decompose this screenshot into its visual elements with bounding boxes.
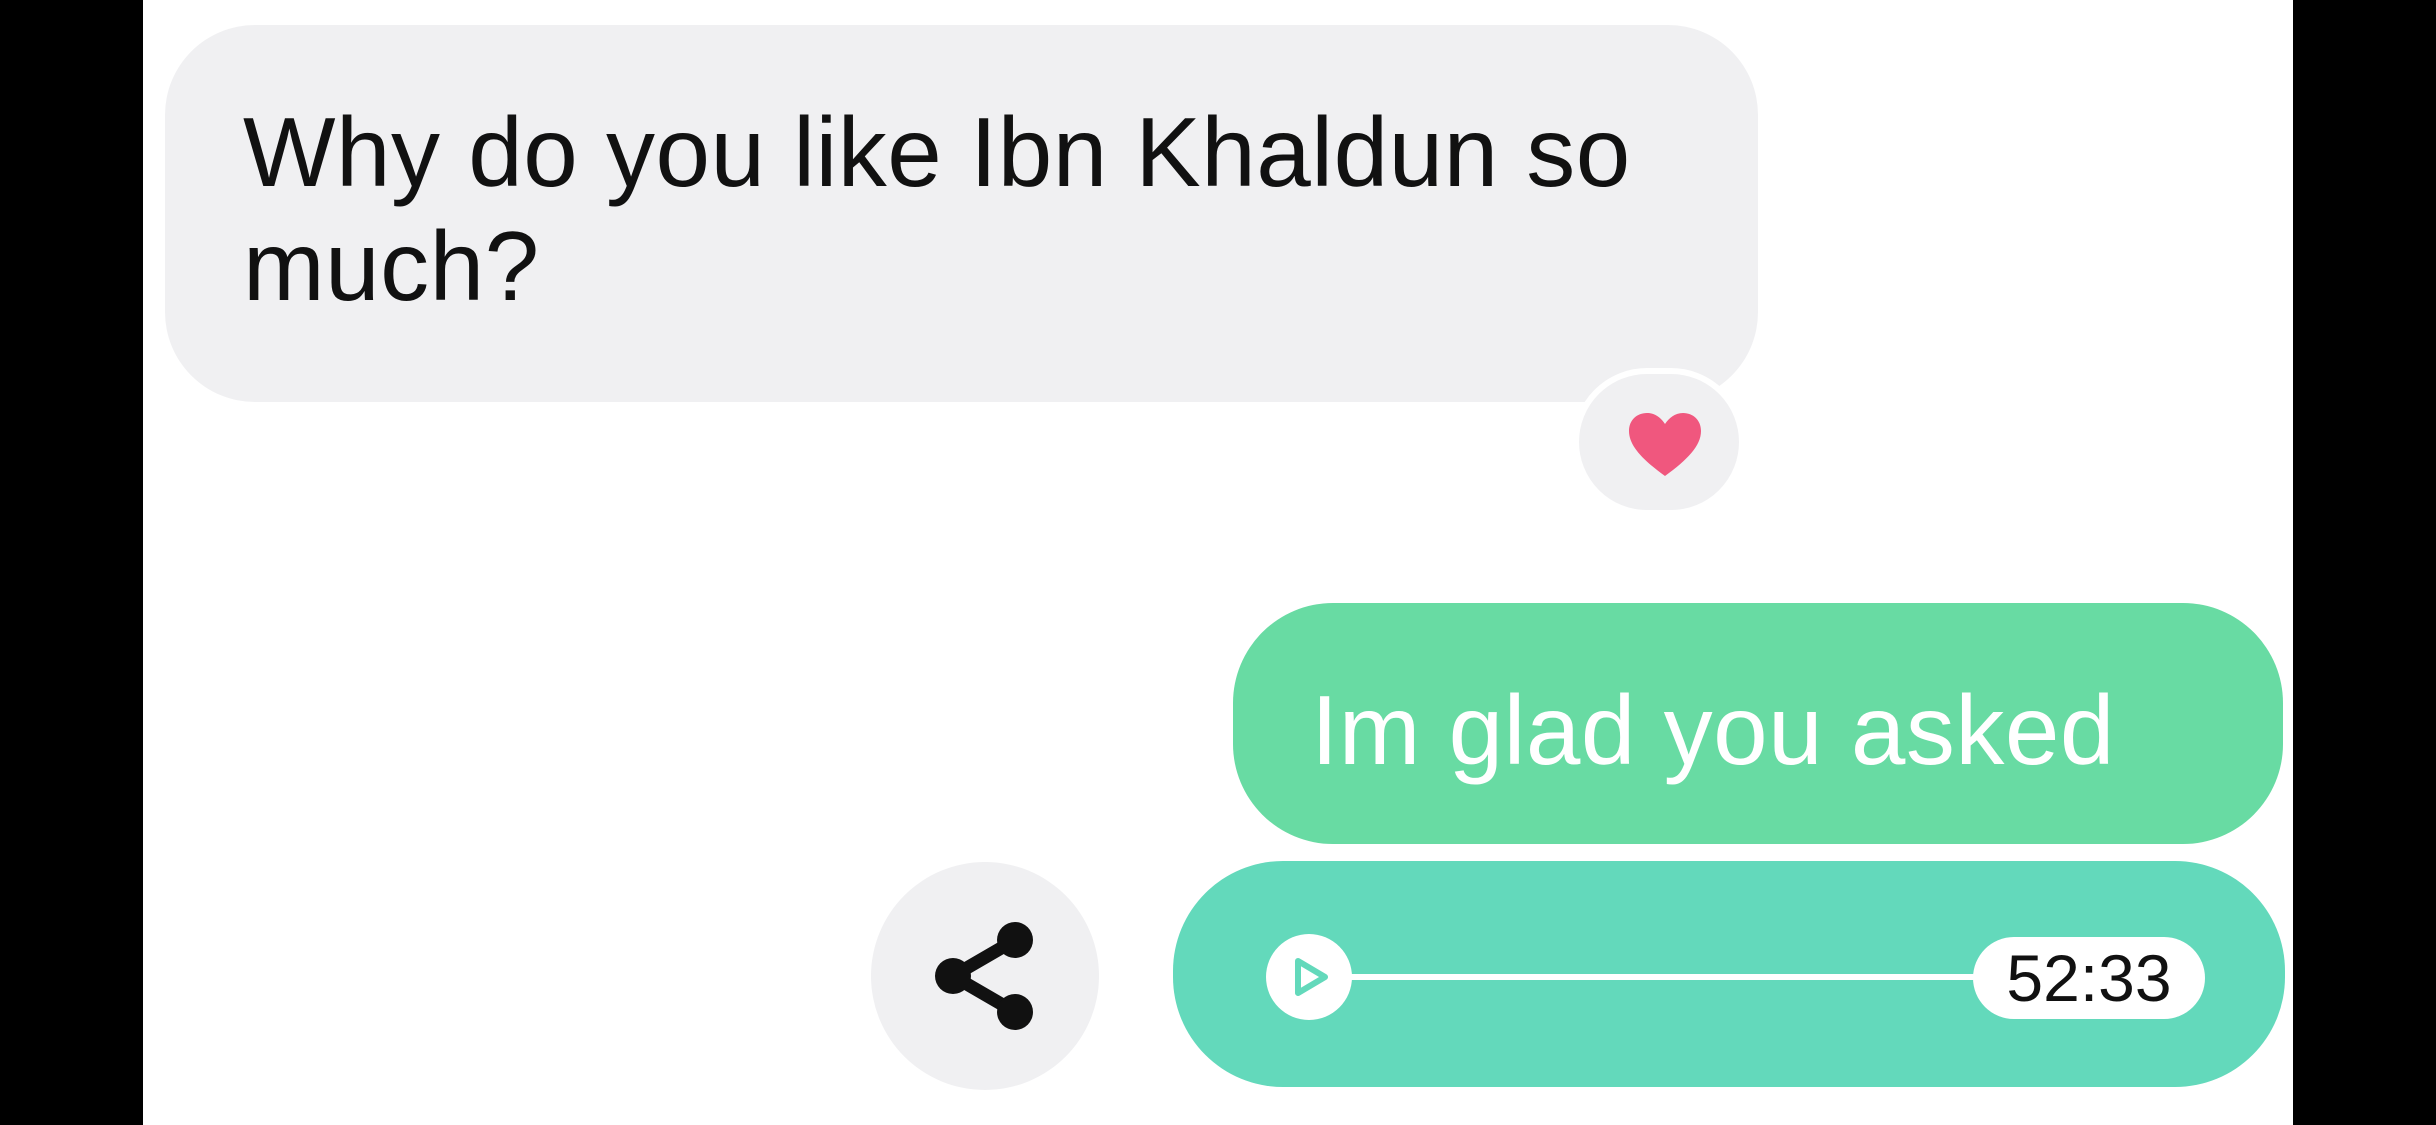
message-reaction[interactable]: [1573, 368, 1745, 516]
share-button[interactable]: [871, 862, 1099, 1090]
audio-progress-track[interactable]: [1348, 974, 1978, 980]
voice-message-bubble: 52:33: [1173, 861, 2285, 1087]
play-button[interactable]: [1266, 934, 1352, 1020]
heart-icon: [1629, 413, 1701, 476]
play-icon: [1295, 958, 1328, 996]
share-icon: [935, 922, 1033, 1030]
incoming-message-text: Why do you like Ibn Khaldun so much?: [243, 97, 1631, 321]
chat-area: Why do you like Ibn Khaldun so much? Im …: [143, 0, 2293, 1125]
incoming-message-bubble[interactable]: Why do you like Ibn Khaldun so much?: [165, 25, 1758, 402]
outgoing-message-bubble[interactable]: Im glad you asked: [1233, 603, 2283, 844]
audio-duration: 52:33: [1973, 937, 2205, 1019]
outgoing-message-text: Im glad you asked: [1311, 675, 2115, 785]
